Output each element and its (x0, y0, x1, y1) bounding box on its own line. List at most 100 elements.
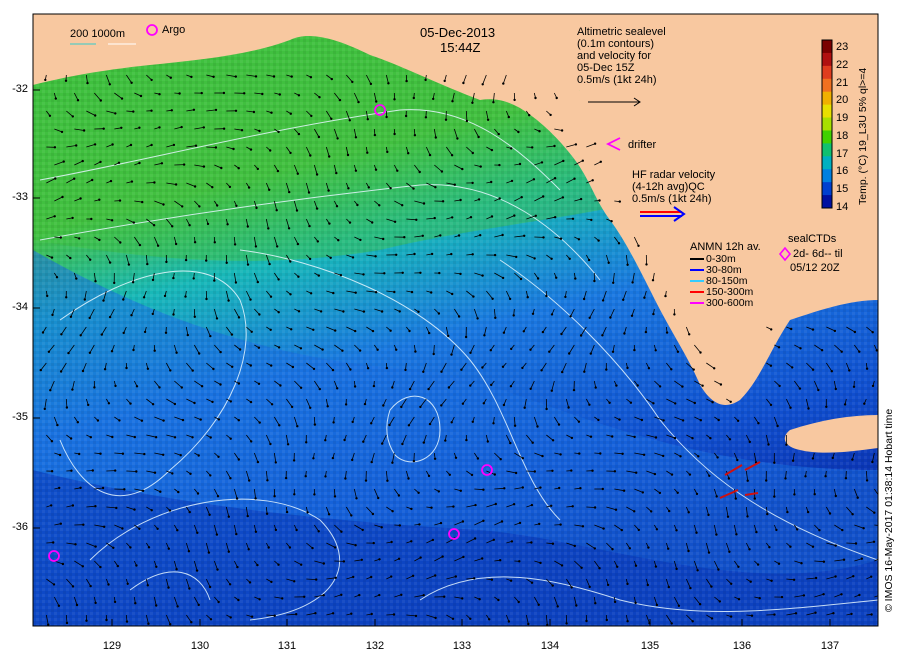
velocity-arrow-head (322, 594, 325, 597)
velocity-arrow-head (727, 477, 731, 480)
velocity-arrow-head (635, 471, 638, 474)
velocity-arrow-head (482, 402, 485, 405)
velocity-arrow-head (59, 370, 63, 373)
velocity-arrow-head (75, 603, 79, 607)
velocity-arrow-head (717, 568, 720, 571)
velocity-arrow-head (174, 242, 178, 246)
velocity-arrow-head (854, 542, 858, 545)
velocity-arrow-head (681, 385, 684, 388)
velocity-arrow-head (870, 613, 873, 616)
velocity-arrow-head (870, 575, 873, 578)
velocity-arrow-head (551, 439, 555, 442)
velocity-arrow-head (691, 620, 694, 623)
velocity-arrow-head (432, 97, 435, 101)
x-tick-label: 136 (732, 640, 752, 652)
velocity-arrow-head (289, 260, 292, 263)
velocity-arrow-head (825, 405, 828, 408)
velocity-arrow-head (400, 405, 403, 409)
velocity-arrow-head (205, 259, 208, 262)
velocity-arrow-head (153, 181, 156, 184)
velocity-arrow-head (119, 241, 122, 244)
velocity-arrow-head (270, 580, 273, 584)
velocity-arrow-head (307, 191, 311, 194)
velocity-arrow-head (501, 365, 505, 368)
velocity-arrow-head (138, 161, 141, 165)
velocity-arrow-head (842, 558, 846, 561)
x-tick-label: 130 (190, 640, 210, 652)
velocity-arrow-head (322, 562, 325, 565)
velocity-arrow-head (654, 436, 658, 439)
velocity-arrow-head (163, 294, 167, 298)
velocity-arrow-head (401, 204, 404, 207)
velocity-arrow-head (328, 155, 331, 158)
velocity-arrow-head (70, 469, 73, 472)
velocity-arrow-head (597, 239, 600, 242)
velocity-arrow-head (670, 368, 673, 371)
velocity-arrow-head (510, 540, 514, 543)
velocity-arrow-head (440, 404, 443, 407)
velocity-arrow-head (594, 602, 597, 605)
velocity-arrow-head (211, 400, 214, 404)
velocity-arrow-head (188, 224, 191, 227)
velocity-arrow-head (378, 558, 381, 561)
velocity-arrow-head (112, 546, 115, 549)
velocity-arrow-head (601, 299, 605, 302)
velocity-arrow-head (498, 163, 501, 167)
velocity-arrow-head (150, 78, 153, 82)
velocity-arrow-head (775, 528, 778, 532)
velocity-arrow-head (522, 330, 525, 333)
velocity-arrow-head (277, 130, 280, 134)
velocity-arrow-head (422, 370, 425, 373)
velocity-arrow-head (470, 473, 474, 477)
velocity-arrow-head (574, 143, 578, 146)
velocity-arrow-head (571, 217, 575, 220)
velocity-arrow-head (404, 114, 408, 118)
velocity-arrow-head (96, 419, 100, 422)
velocity-arrow-head (879, 496, 881, 498)
velocity-arrow-head (850, 612, 853, 616)
velocity-arrow-head (590, 218, 593, 222)
velocity-arrow-head (852, 385, 856, 388)
velocity-arrow-head (736, 458, 739, 462)
velocity-arrow-head (611, 435, 614, 438)
velocity-arrow-head (319, 310, 323, 313)
velocity-arrow-head (469, 617, 472, 620)
velocity-arrow-head (642, 453, 646, 456)
velocity-arrow-head (190, 621, 193, 624)
velocity-arrow-head (338, 98, 342, 102)
velocity-arrow-head (582, 297, 586, 301)
velocity-arrow-head (647, 367, 651, 370)
velocity-arrow-head (730, 582, 733, 585)
velocity-arrow-head (176, 605, 179, 608)
velocity-arrow-head (255, 206, 258, 210)
velocity-arrow-head (76, 421, 80, 424)
velocity-arrow-head (350, 612, 353, 615)
velocity-arrow-head (710, 617, 714, 620)
velocity-arrow-head (306, 511, 309, 514)
velocity-arrow-head (493, 253, 497, 257)
velocity-arrow-head (688, 333, 691, 336)
velocity-arrow-head (422, 594, 425, 597)
velocity-arrow-head (570, 586, 573, 589)
velocity-arrow-head (437, 312, 441, 315)
velocity-arrow-head (643, 296, 646, 299)
velocity-arrow-head (93, 143, 97, 146)
velocity-arrow-head (687, 511, 690, 514)
velocity-arrow-head (473, 537, 477, 540)
colorbar-tick-label: 23 (836, 41, 849, 53)
velocity-arrow-head (54, 177, 57, 180)
velocity-arrow-head (79, 486, 82, 489)
velocity-arrow-head (315, 173, 319, 176)
velocity-arrow-head (390, 575, 393, 578)
velocity-arrow-head (613, 470, 617, 473)
velocity-arrow-head (87, 403, 90, 407)
velocity-arrow-head (130, 314, 133, 317)
velocity-arrow-head (668, 509, 671, 513)
velocity-arrow-head (99, 160, 102, 164)
velocity-arrow-head (374, 255, 377, 258)
velocity-arrow-head (153, 471, 157, 474)
velocity-arrow-head (492, 538, 495, 541)
velocity-arrow-head (393, 220, 397, 223)
velocity-arrow-head (254, 530, 258, 533)
velocity-arrow-head (443, 79, 446, 83)
